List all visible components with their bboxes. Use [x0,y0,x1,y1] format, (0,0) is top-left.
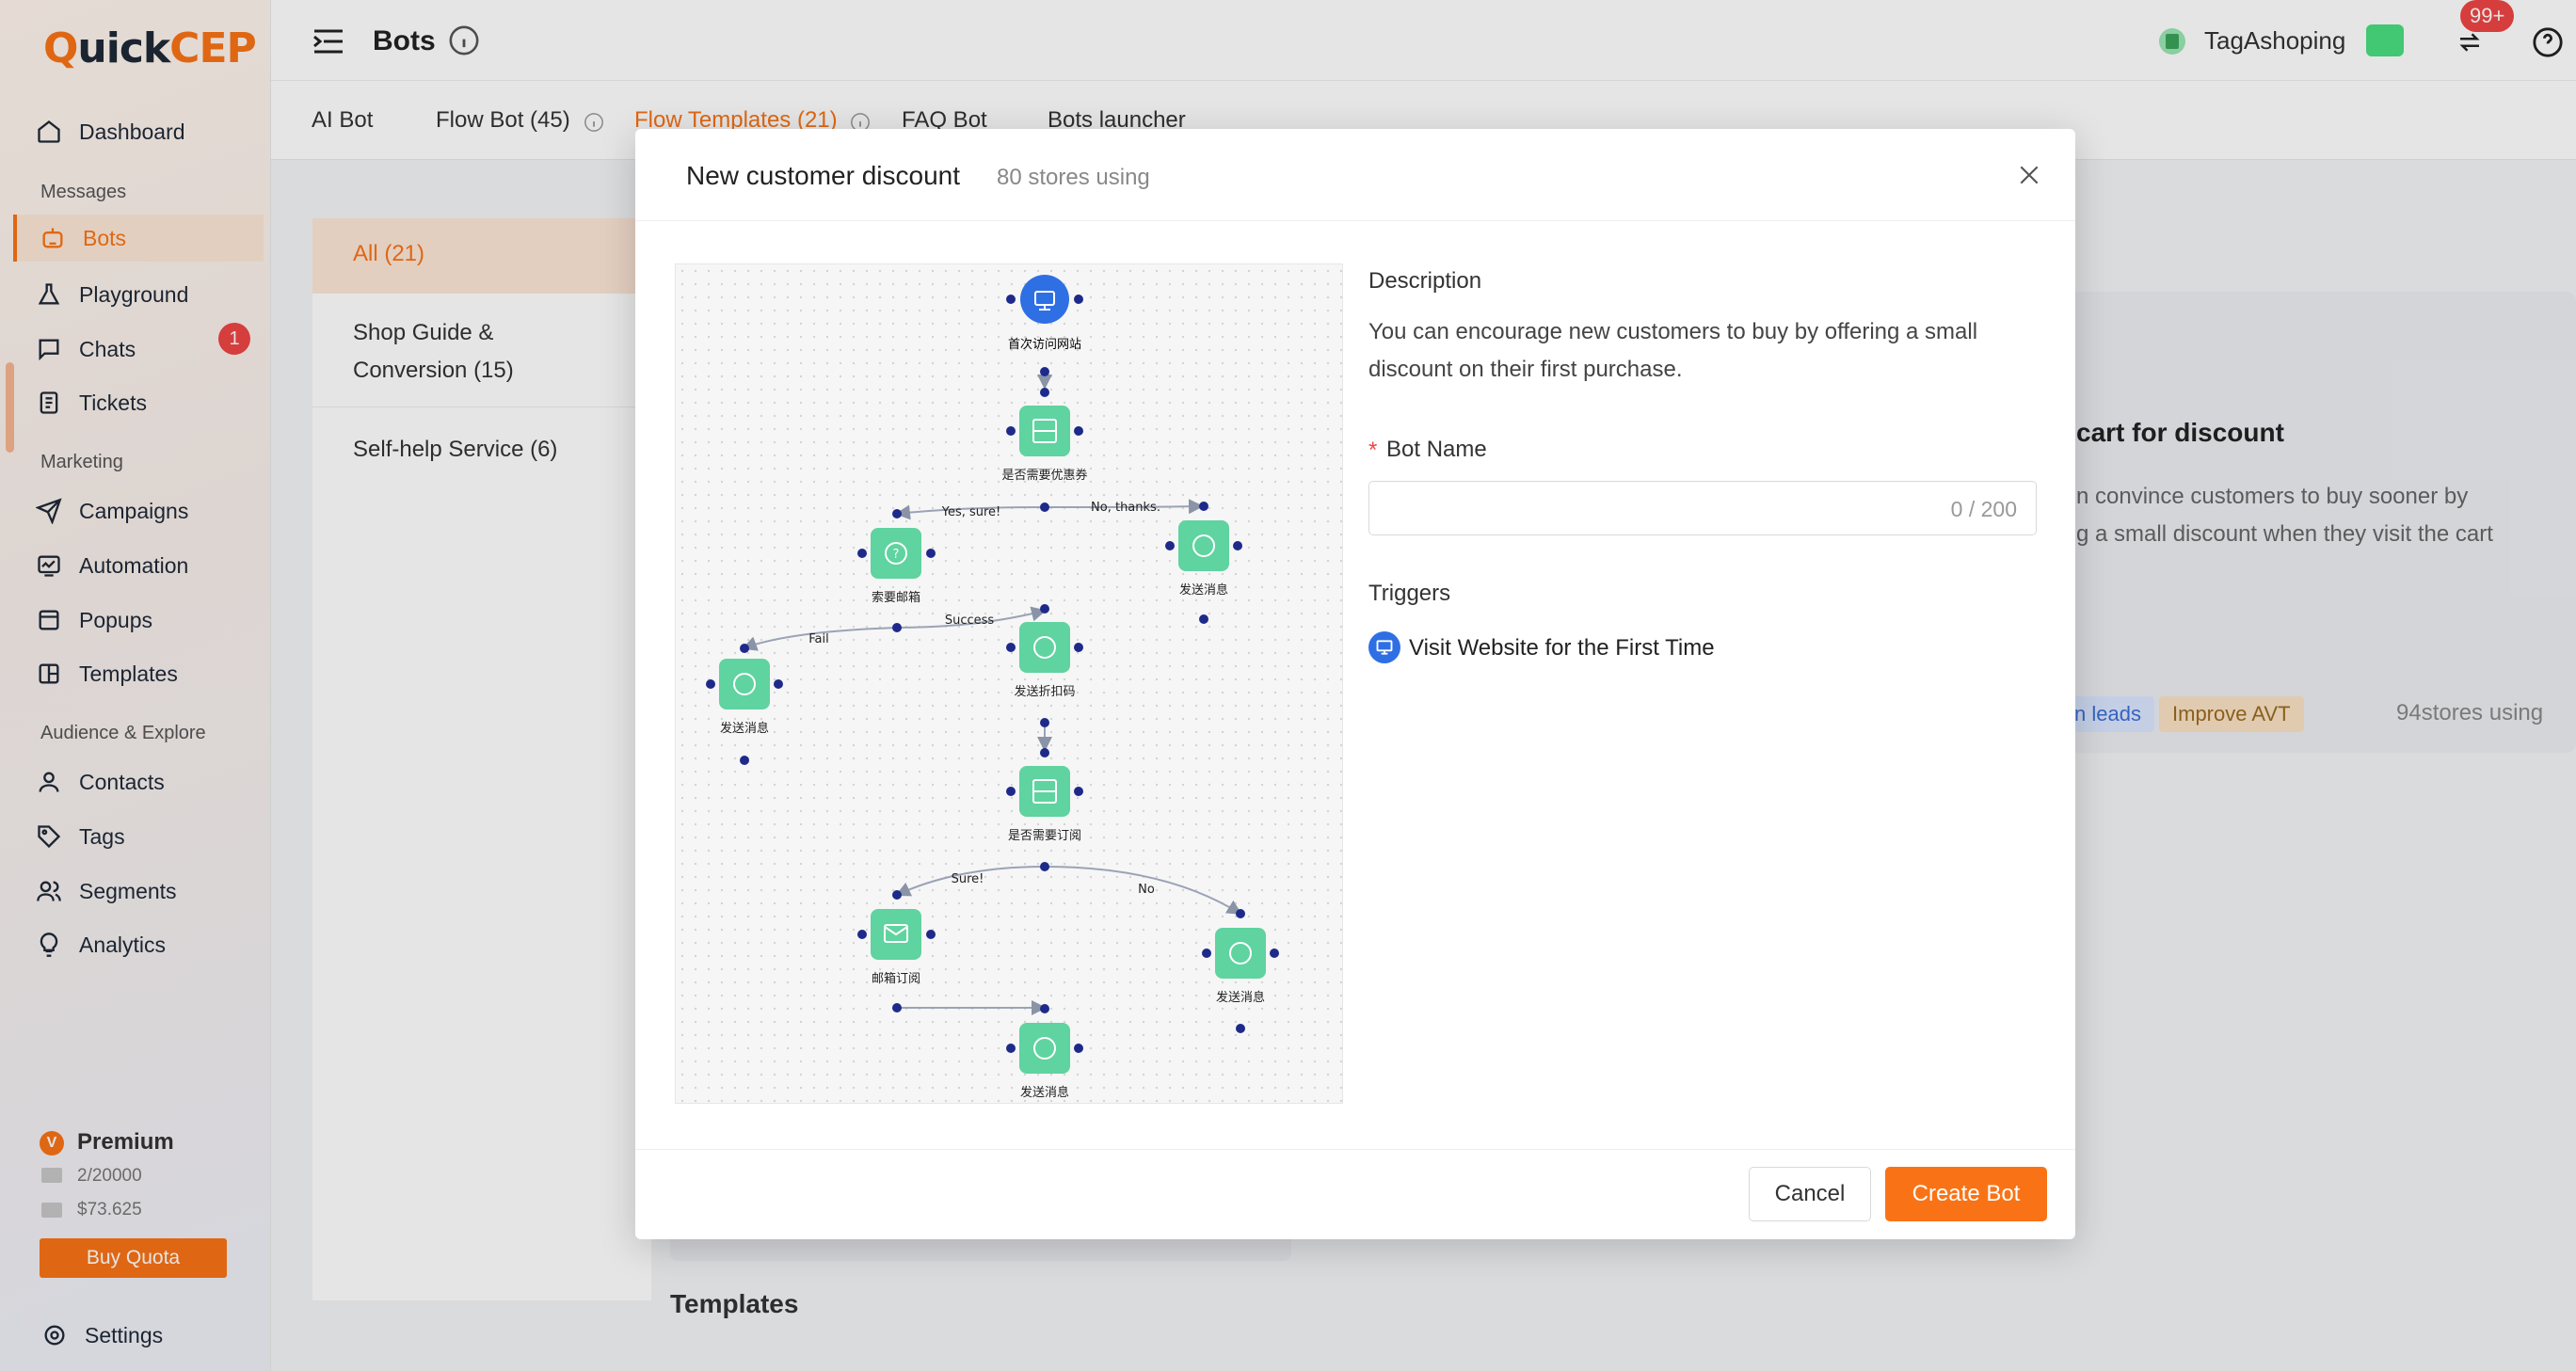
edge-label-no-thanks: No, thanks. [1091,501,1160,515]
svg-text:?: ? [893,548,900,562]
required-asterisk: * [1368,438,1378,463]
description-line1: You can encourage new customers to buy b… [1368,319,1978,344]
bot-name-counter: 0 / 200 [1950,497,2017,521]
edge-label-sure: Sure! [952,872,984,886]
edge-label-success: Success [945,614,995,628]
flow-label-ask-coupon: 是否需要优惠券 [1001,468,1087,483]
flow-diagram: Yes, sure! No, thanks. Success Fail Sure… [706,275,1279,1100]
trigger-item: Visit Website for the First Time [1409,635,1715,661]
flow-label-send-code: 发送折扣码 [1014,684,1075,699]
monitor-icon [1368,631,1400,663]
bot-name-label: Bot Name [1386,437,1487,462]
flow-node-send-msg-bottom [1019,1023,1070,1074]
edge-label-yes: Yes, sure! [941,505,1001,519]
description-line2: discount on their first purchase. [1368,357,1683,382]
flow-label-ask-email: 索要邮箱 [872,590,920,605]
modal-title: New customer discount [686,161,961,190]
flow-node-start: 首次访问网站 [1008,275,1081,352]
bot-name-input[interactable]: 0 / 200 [1368,481,2037,535]
triggers-label: Triggers [1368,581,1451,606]
flow-node-send-msg-right [1178,520,1229,571]
flow-label-send-msg-bottom: 发送消息 [1020,1085,1069,1100]
flow-node-send-msg-r2 [1215,928,1266,979]
svg-text:首次访问网站: 首次访问网站 [1008,337,1081,352]
description-label: Description [1368,268,1482,294]
edge-label-fail: Fail [808,632,828,646]
modal-usage: 80 stores using [997,165,1150,190]
create-bot-button[interactable]: Create Bot [1885,1167,2047,1221]
edge-label-no: No [1138,883,1155,897]
cancel-button[interactable]: Cancel [1749,1167,1871,1221]
flow-label-ask-subscribe: 是否需要订阅 [1008,829,1081,843]
flow-label-send-msg-left: 发送消息 [720,721,769,736]
flow-label-send-msg-r2: 发送消息 [1216,990,1265,1005]
flow-ports [706,295,1279,1053]
modal-header: New customer discount 80 stores using [635,129,2075,221]
flow-label-send-msg-right: 发送消息 [1179,582,1228,598]
flow-node-send-msg-left [719,659,770,709]
template-preview-modal: New customer discount 80 stores using Ye… [635,129,2075,1239]
flow-node-send-code [1019,622,1070,673]
flow-preview: Yes, sure! No, thanks. Success Fail Sure… [675,263,1343,1104]
modal-footer: Cancel Create Bot [635,1149,2075,1239]
close-icon[interactable] [2017,163,2041,187]
flow-label-email-subscribe: 邮箱订阅 [872,971,920,986]
